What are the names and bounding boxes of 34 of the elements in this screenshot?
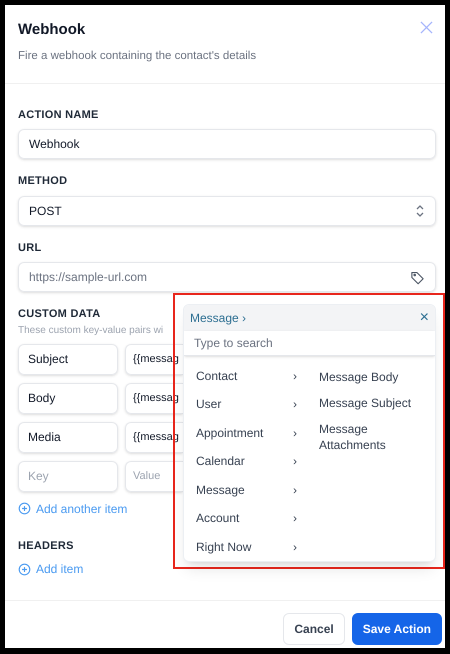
field-label: METHOD — [18, 174, 68, 190]
method-select[interactable]: POST — [18, 196, 436, 226]
field-label: HEADERS — [18, 538, 74, 554]
input-field[interactable]: Webhook — [18, 129, 436, 160]
close-icon[interactable] — [420, 21, 433, 34]
field-label: CUSTOM DATA — [18, 307, 100, 322]
save-button[interactable]: Save Action — [352, 613, 442, 645]
option-item[interactable]: Message Body — [319, 368, 429, 384]
breadcrumb-link[interactable]: Message › — [190, 309, 246, 328]
category-item[interactable]: Account › — [184, 504, 309, 532]
key-field[interactable]: Media — [18, 422, 118, 453]
plus-circle-icon — [18, 562, 31, 576]
input-field[interactable]: https://sample-url.com — [18, 262, 436, 292]
category-item[interactable]: Calendar › — [184, 447, 309, 476]
close-button[interactable]: × — [420, 310, 429, 326]
dialog-title: Webhook — [18, 20, 86, 40]
category-item[interactable]: Contact › — [184, 362, 309, 390]
category-item[interactable]: Appointment › — [184, 418, 309, 447]
key-field[interactable]: Subject — [18, 344, 118, 375]
category-item[interactable]: Message › — [184, 476, 309, 504]
field-label: URL — [18, 240, 42, 256]
key-field[interactable]: Body — [18, 382, 118, 414]
option-item[interactable]: Message Subject — [319, 394, 429, 410]
field-label: ACTION NAME — [18, 108, 100, 123]
cancel-button[interactable]: Cancel — [283, 613, 345, 645]
chevron-up-down-icon — [415, 204, 425, 218]
search-field[interactable]: Type to search — [184, 331, 435, 356]
tag-icon — [410, 270, 425, 285]
hint-text: These custom key-value pairs wi — [18, 324, 164, 338]
category-item[interactable]: User › — [184, 390, 309, 418]
plus-circle-icon — [18, 502, 31, 516]
option-item[interactable]: Message Attachments — [319, 420, 429, 452]
dialog-subtitle: Fire a webhook containing the contact's details — [18, 48, 256, 64]
category-item[interactable]: Right Now › — [184, 532, 309, 561]
